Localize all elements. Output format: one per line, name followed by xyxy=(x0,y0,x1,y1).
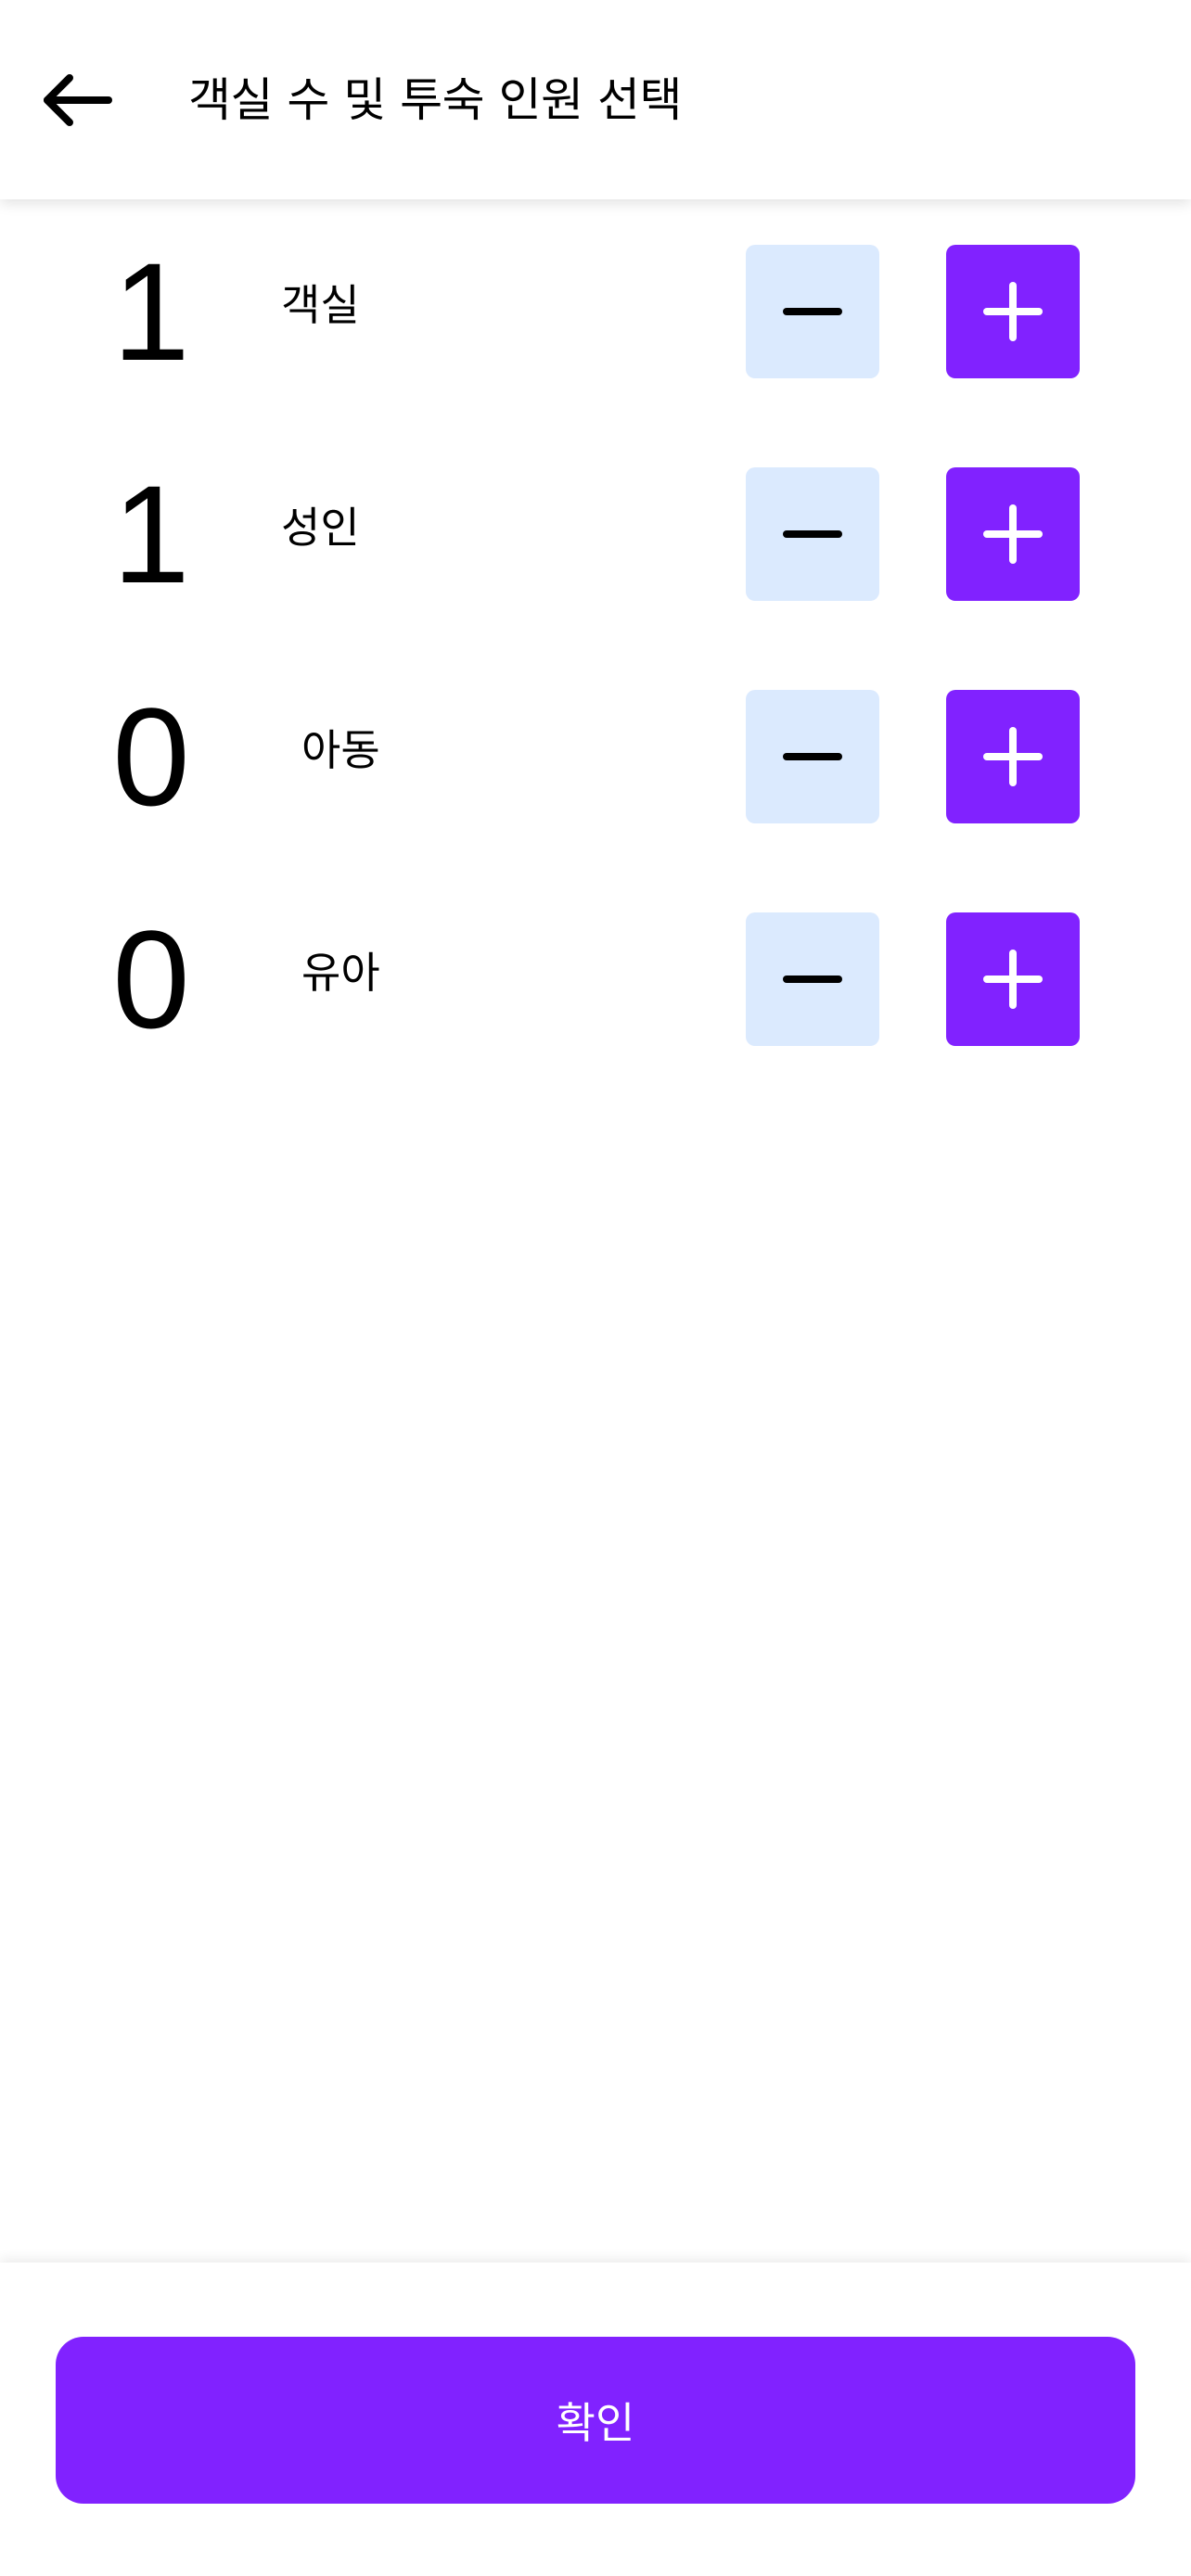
arrow-left-icon xyxy=(44,74,112,126)
counter-row-rooms: 1 객실 xyxy=(0,234,1191,389)
rooms-decrement-button[interactable] xyxy=(746,245,879,378)
footer-bar: 확인 xyxy=(0,2263,1191,2576)
rooms-label: 객실 xyxy=(281,280,360,330)
plus-icon xyxy=(983,504,1043,564)
counter-row-infants: 0 유아 xyxy=(0,901,1191,1057)
adults-decrement-button[interactable] xyxy=(746,467,879,601)
app-screen: 객실 수 및 투숙 인원 선택 1 객실 1 성인 0 아동 0 유아 확인 xyxy=(0,0,1191,2576)
plus-icon xyxy=(983,950,1043,1009)
infants-label: 유아 xyxy=(301,948,380,998)
counter-row-adults: 1 성인 xyxy=(0,456,1191,612)
children-label: 아동 xyxy=(301,725,380,775)
children-decrement-button[interactable] xyxy=(746,690,879,823)
header-bar: 객실 수 및 투숙 인원 선택 xyxy=(0,0,1191,199)
plus-icon xyxy=(983,727,1043,786)
back-button[interactable] xyxy=(35,65,119,135)
plus-icon xyxy=(983,282,1043,341)
minus-icon xyxy=(783,530,842,538)
rooms-count: 1 xyxy=(112,234,190,389)
page-title: 객실 수 및 투숙 인원 선택 xyxy=(188,73,682,127)
children-count: 0 xyxy=(112,679,190,835)
adults-label: 성인 xyxy=(281,503,360,553)
adults-increment-button[interactable] xyxy=(946,467,1080,601)
minus-icon xyxy=(783,308,842,315)
infants-count: 0 xyxy=(112,901,190,1057)
children-increment-button[interactable] xyxy=(946,690,1080,823)
rooms-increment-button[interactable] xyxy=(946,245,1080,378)
adults-count: 1 xyxy=(112,456,190,612)
minus-icon xyxy=(783,976,842,983)
counter-row-children: 0 아동 xyxy=(0,679,1191,835)
confirm-button[interactable]: 확인 xyxy=(56,2337,1135,2504)
minus-icon xyxy=(783,753,842,760)
infants-decrement-button[interactable] xyxy=(746,912,879,1046)
infants-increment-button[interactable] xyxy=(946,912,1080,1046)
